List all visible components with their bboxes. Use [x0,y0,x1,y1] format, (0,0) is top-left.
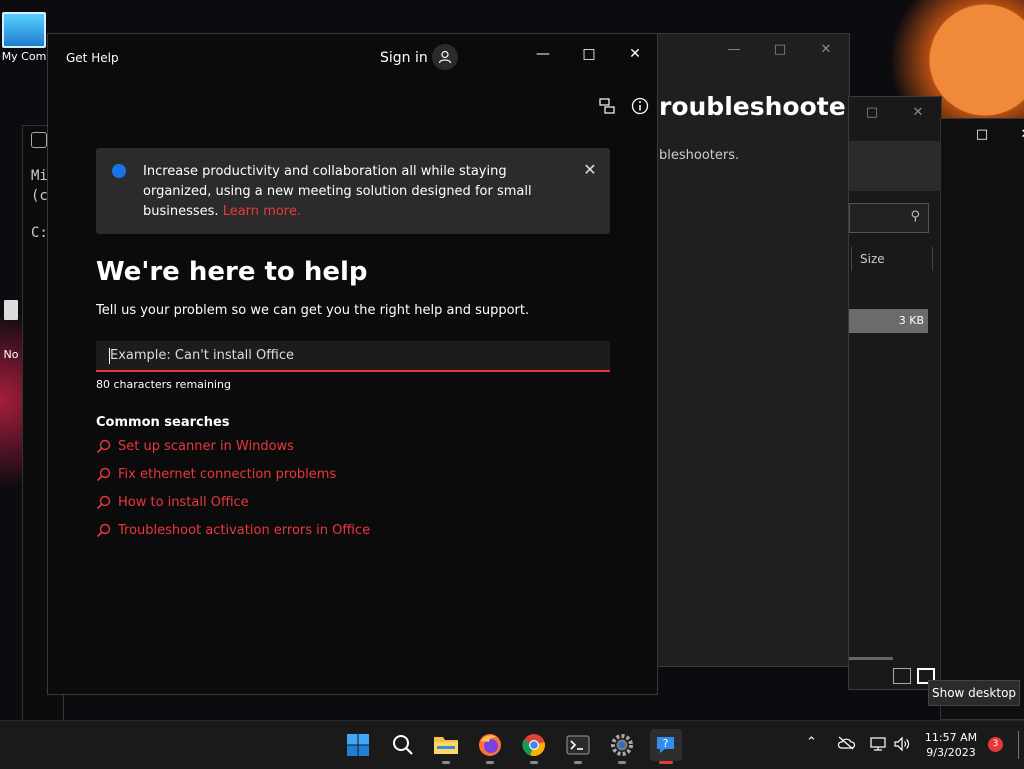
clock[interactable]: 11:57 AM 9/3/2023 [920,730,982,760]
show-desktop-button[interactable] [1018,731,1019,759]
characters-remaining: 80 characters remaining [96,378,231,391]
search-icon [96,523,111,538]
terminal-icon [566,735,590,755]
clock-time: 11:57 AM [924,731,978,744]
info-banner: Increase productivity and collaboration … [96,148,610,234]
desktop-icon-label: My Com [1,50,47,63]
running-indicator [486,761,494,764]
background-window[interactable]: □ ✕ [940,118,1024,720]
info-dot-icon [112,164,126,178]
notification-badge[interactable]: 3 [988,737,1003,752]
common-search-link[interactable]: How to install Office [96,495,249,510]
search-icon [96,495,111,510]
onedrive-icon[interactable] [837,736,856,754]
firefox-icon [479,734,501,756]
chrome-button[interactable] [518,729,550,764]
search-input[interactable] [96,341,610,370]
common-search-link[interactable]: Fix ethernet connection problems [96,467,336,482]
notepad-icon [4,300,18,320]
page-title: We're here to help [96,257,368,287]
clock-date: 9/3/2023 [926,746,976,759]
running-indicator [442,761,450,764]
show-desktop-tooltip: Show desktop [928,680,1020,706]
search-box[interactable]: ⚲ [849,203,929,233]
column-header-size[interactable]: Size [851,247,933,271]
minimize-button[interactable]: — [711,34,757,64]
scrollbar[interactable] [849,657,893,660]
explorer-toolbar [849,141,941,191]
common-search-link[interactable]: Set up scanner in Windows [96,439,294,454]
info-icon[interactable] [630,96,652,118]
settings-button[interactable] [606,729,638,764]
desktop-icon-my-computer[interactable]: My Com [0,12,48,63]
get-help-button[interactable]: ? [650,729,682,764]
minimize-button[interactable]: — [523,42,563,66]
close-button[interactable]: ✕ [895,97,941,127]
text-caret [109,348,110,364]
common-searches-heading: Common searches [96,415,230,430]
get-help-icon: ? [657,737,674,753]
sign-in-button[interactable]: Sign in [380,50,428,66]
start-icon [347,734,369,756]
explorer-window[interactable]: □ ✕ ⚲ Size 3 KB [848,96,942,690]
user-icon [438,50,452,64]
firefox-button[interactable] [474,729,506,764]
learn-more-link[interactable]: Learn more. [223,204,301,219]
search-icon [96,439,111,454]
feedback-icon[interactable] [597,96,619,118]
taskbar: ? ⌃ 11:57 AM 9/3/2023 3 [0,720,1024,769]
avatar[interactable] [432,44,458,70]
search-icon [96,467,111,482]
network-icon[interactable] [869,736,887,756]
svg-text:?: ? [663,737,669,750]
close-button[interactable]: ✕ [615,42,655,66]
close-button[interactable]: ✕ [1003,119,1024,149]
page-subtitle: Tell us your problem so we can get you t… [96,303,530,318]
start-button[interactable] [342,729,374,761]
banner-text: Increase productivity and collaboration … [143,164,532,219]
desktop-icon-notepad[interactable]: No [0,300,22,361]
maximize-button[interactable]: □ [959,119,1005,149]
file-explorer-button[interactable] [430,729,462,764]
page-subtitle: bleshooters. [659,148,740,163]
close-icon[interactable]: ✕ [580,160,600,180]
common-search-link[interactable]: Troubleshoot activation errors in Office [96,523,370,538]
shield-icon [31,132,47,148]
terminal-button[interactable] [562,729,594,764]
running-indicator [618,761,626,764]
search-button[interactable] [387,729,419,761]
active-indicator [659,761,673,764]
get-help-window[interactable]: Get Help Sign in — □ ✕ Increase producti… [47,33,658,695]
maximize-button[interactable]: □ [757,34,803,64]
terminal-output: Mi (c C: [31,168,48,241]
running-indicator [530,761,538,764]
search-icon: ⚲ [910,209,920,224]
close-button[interactable]: ✕ [803,34,849,64]
settings-icon [611,734,633,756]
file-row[interactable]: 3 KB [849,309,928,333]
volume-icon[interactable] [893,736,911,756]
desktop-icon-label: No [3,348,19,361]
title-bar[interactable]: Get Help Sign in — □ ✕ [48,34,657,82]
window-title: Get Help [66,51,119,65]
maximize-button[interactable]: □ [849,97,895,127]
details-view-icon[interactable] [893,668,911,684]
troubleshooter-window[interactable]: — □ ✕ roubleshoote bleshooters. [650,33,850,667]
file-explorer-icon [434,737,458,754]
chevron-up-icon[interactable]: ⌃ [806,735,817,750]
maximize-button[interactable]: □ [569,42,609,66]
page-title: roubleshoote [659,92,846,121]
search-icon [393,735,413,755]
chrome-icon [522,734,545,757]
computer-icon [2,12,46,48]
problem-search-field[interactable] [96,341,610,372]
running-indicator [574,761,582,764]
